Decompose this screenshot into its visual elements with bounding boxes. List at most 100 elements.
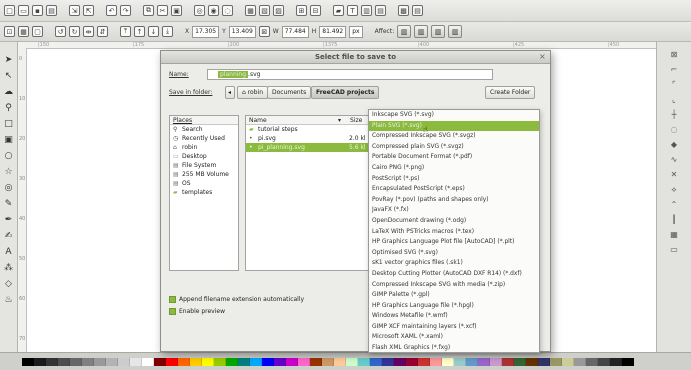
color-swatch[interactable]	[286, 357, 298, 366]
places-item[interactable]: ▭ Desktop	[170, 152, 238, 161]
file-row[interactable]: ▰ tutorial steps	[246, 125, 369, 134]
file-type-option[interactable]: HP Graphics Language file (*.hpgl)	[369, 301, 539, 312]
lower-to-bottom-icon[interactable]: ⤓	[162, 26, 173, 37]
snap-page-icon[interactable]: ▭	[668, 245, 680, 255]
column-header-size[interactable]: Size	[350, 116, 362, 125]
color-swatch[interactable]	[598, 357, 610, 366]
color-swatch[interactable]	[370, 357, 382, 366]
snap-toggle-icon[interactable]: ⊠	[668, 50, 680, 60]
w-field[interactable]: 77.484	[281, 25, 309, 38]
color-swatch[interactable]	[130, 357, 142, 366]
color-swatch[interactable]	[262, 357, 274, 366]
color-swatch[interactable]	[22, 357, 34, 366]
copy-icon[interactable]: ⧉	[143, 5, 154, 16]
places-item[interactable]: ⚲ Search	[170, 125, 238, 134]
color-swatch[interactable]	[190, 357, 202, 366]
file-type-option[interactable]: GIMP Palette (*.gpl)	[369, 290, 539, 301]
h-field[interactable]: 81.492	[319, 25, 347, 38]
snap-smooth-icon[interactable]: ⟡	[668, 185, 680, 195]
tweak-tool-icon[interactable]: ☁	[3, 86, 15, 98]
group-icon[interactable]: ⊞	[296, 5, 307, 16]
snap-path-icon[interactable]: ∿	[668, 155, 680, 165]
preferences-icon[interactable]: ▩	[398, 5, 409, 16]
file-type-option[interactable]: Microsoft XAML (*.xaml)	[369, 332, 539, 343]
color-swatch[interactable]	[418, 357, 430, 366]
select-all-icon[interactable]: ⊡	[4, 26, 15, 37]
unlink-clone-icon[interactable]: ▨	[273, 5, 284, 16]
color-swatch[interactable]	[58, 357, 70, 366]
color-swatch[interactable]	[226, 357, 238, 366]
x-field[interactable]: 17.305	[192, 25, 220, 38]
file-type-option[interactable]: Plain SVG (*.svg)	[369, 120, 539, 132]
file-row[interactable]: • pi_planning.svg 5.6 kl	[246, 143, 369, 152]
color-swatch[interactable]	[382, 357, 394, 366]
dialog-close-button[interactable]: ×	[539, 52, 546, 61]
create-folder-button[interactable]: Create Folder	[485, 86, 536, 99]
file-row[interactable]: • pi.svg 2.0 kl	[246, 134, 369, 143]
color-swatch[interactable]	[238, 357, 250, 366]
file-type-option[interactable]: Portable Document Format (*.pdf)	[369, 152, 539, 163]
color-swatch[interactable]	[70, 357, 82, 366]
box-3d-tool-icon[interactable]: ▣	[3, 134, 15, 146]
flip-horizontal-icon[interactable]: ⇹	[83, 26, 94, 37]
paste-icon[interactable]: ▣	[171, 5, 182, 16]
color-swatch[interactable]	[610, 357, 622, 366]
selector-tool-icon[interactable]: ➤	[3, 54, 15, 66]
color-swatch[interactable]	[142, 357, 154, 366]
eraser-tool-icon[interactable]: ◇	[3, 278, 15, 290]
color-swatch[interactable]	[106, 357, 118, 366]
color-swatch[interactable]	[334, 357, 346, 366]
color-swatch[interactable]	[214, 357, 226, 366]
file-type-option[interactable]: Optimised SVG (*.svg)	[369, 248, 539, 259]
lock-icon[interactable]: ⊠	[258, 26, 270, 37]
undo-icon[interactable]: ↶	[106, 5, 117, 16]
unit-select[interactable]: px	[349, 25, 363, 38]
places-item[interactable]: ⌂ robin	[170, 143, 238, 152]
bucket-tool-icon[interactable]: ♨	[3, 294, 15, 306]
file-type-option[interactable]: Compressed plain SVG (*.svgz)	[369, 142, 539, 153]
redo-icon[interactable]: ↷	[120, 5, 131, 16]
places-item[interactable]: ▰ templates	[170, 188, 238, 197]
color-swatch[interactable]	[310, 357, 322, 366]
new-document-icon[interactable]: □	[4, 5, 15, 16]
file-type-option[interactable]: Compressed Inkscape SVG (*.svgz)	[369, 131, 539, 142]
snap-guide-icon[interactable]: ┃	[668, 215, 680, 225]
places-item[interactable]: ◷ Recently Used	[170, 134, 238, 143]
calligraphy-tool-icon[interactable]: ✍	[3, 230, 15, 242]
file-type-option[interactable]: PostScript (*.ps)	[369, 174, 539, 185]
save-icon[interactable]: ▪	[32, 5, 43, 16]
file-type-option[interactable]: Windows Metafile (*.wmf)	[369, 311, 539, 322]
color-swatch[interactable]	[466, 357, 478, 366]
enable-preview-checkbox[interactable]: Enable preview	[169, 308, 225, 315]
snap-edge-icon[interactable]: ⌜	[668, 80, 680, 90]
color-swatch[interactable]	[46, 357, 58, 366]
color-swatch[interactable]	[406, 357, 418, 366]
file-type-option[interactable]: Cairo PNG (*.png)	[369, 163, 539, 174]
color-swatch[interactable]	[250, 357, 262, 366]
color-swatch[interactable]	[358, 357, 370, 366]
text-tool-icon[interactable]: A	[3, 246, 15, 258]
xml-editor-icon[interactable]: ▥	[361, 5, 372, 16]
spray-tool-icon[interactable]: ⁂	[3, 262, 15, 274]
scale-stroke-toggle[interactable]: ▥	[397, 25, 412, 38]
raise-icon[interactable]: ↑	[134, 26, 145, 37]
duplicate-icon[interactable]: ▦	[245, 5, 256, 16]
snap-grid-icon[interactable]: ▦	[668, 230, 680, 240]
file-type-option[interactable]: OpenDocument drawing (*.odg)	[369, 216, 539, 227]
color-swatch[interactable]	[562, 357, 574, 366]
snap-nodes-icon[interactable]: ◆	[668, 140, 680, 150]
color-swatch[interactable]	[586, 357, 598, 366]
file-type-option[interactable]: PovRay (*.pov) (paths and shapes only)	[369, 195, 539, 206]
color-swatch[interactable]	[514, 357, 526, 366]
color-swatch[interactable]	[622, 357, 634, 366]
color-swatch[interactable]	[118, 357, 130, 366]
breadcrumb-documents[interactable]: Documents	[267, 86, 312, 99]
scale-corners-toggle[interactable]: ▥	[414, 25, 429, 38]
file-type-option[interactable]: sK1 vector graphics files (.sk1)	[369, 258, 539, 269]
color-swatch[interactable]	[430, 357, 442, 366]
print-icon[interactable]: ▤	[46, 5, 57, 16]
color-swatch[interactable]	[394, 357, 406, 366]
color-swatch[interactable]	[346, 357, 358, 366]
places-item[interactable]: ▤ 255 MB Volume	[170, 170, 238, 179]
file-type-option[interactable]: Encapsulated PostScript (*.eps)	[369, 184, 539, 195]
